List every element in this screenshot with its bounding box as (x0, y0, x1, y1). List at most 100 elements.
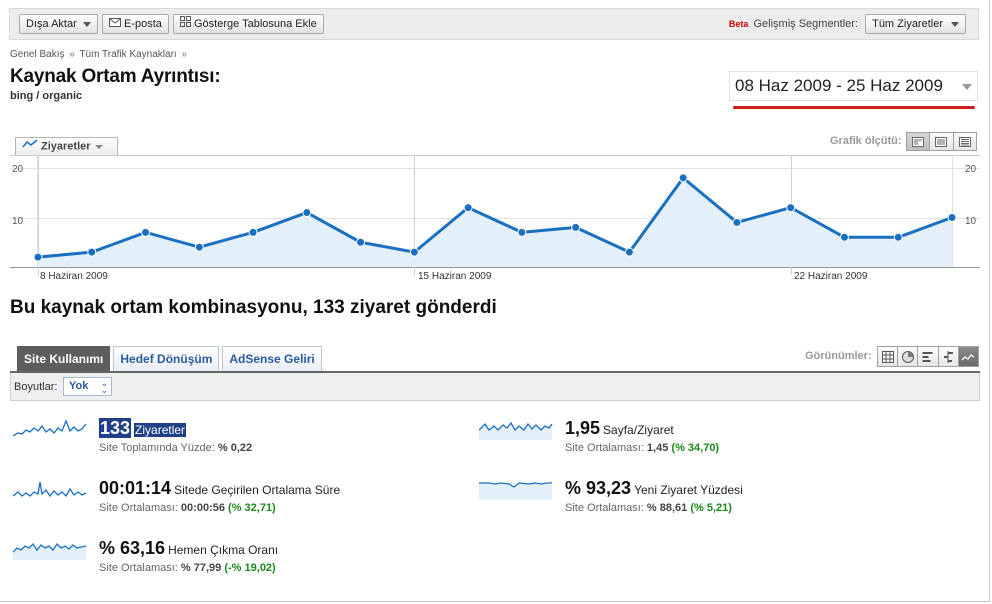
segments-label: Gelişmiş Segmentler: (753, 18, 859, 30)
performance-view-button[interactable] (918, 347, 939, 366)
segments-select[interactable]: Tüm Ziyaretler (865, 14, 966, 34)
visits-chart: 20 10 20 10 8 Haziran 2009 15 Haziran 20… (10, 155, 980, 285)
bounce-rate-sub-value: % 77,99 (180, 562, 222, 574)
avg-time-sparkline (13, 481, 87, 498)
pie-chart-icon (901, 350, 914, 363)
metric-visits: 133 Ziyaretler Site Toplamında Yüzde: % 0… (13, 418, 453, 462)
visits-main: 133 Ziyaretler (99, 418, 187, 439)
bounce-rate-sub: Site Ortalaması: % 77,99 (-% 19,02) (99, 562, 276, 574)
y-tick-right-10: 10 (965, 216, 977, 227)
new-visits-main: % 93,23 Yeni Ziyaret Yüzdesi (565, 478, 743, 499)
graph-day-button[interactable] (907, 133, 931, 150)
envelope-icon (109, 15, 121, 33)
visits-point (302, 208, 312, 218)
month-view-icon (958, 136, 971, 147)
week-view-icon (935, 136, 948, 147)
page-title: Kaynak Ortam Ayrıntısı: (10, 66, 221, 87)
graph-measure-buttons (906, 132, 977, 151)
chevron-down-icon (962, 84, 972, 90)
beta-badge: Beta (728, 19, 749, 29)
visits-point (571, 222, 581, 232)
x-tick-label: 15 Haziran 2009 (418, 271, 492, 282)
new-visits-sub: Site Ortalaması: % 88,61 (% 5,21) (565, 502, 732, 514)
visits-point (141, 227, 151, 237)
new-visits-sub-value: % 88,61 (646, 502, 688, 514)
avg-time-sub: Site Ortalaması: 00:00:56 (% 32,71) (99, 502, 276, 514)
new-visits-delta: (% 5,21) (690, 502, 732, 514)
double-chevron-down-icon: ⌄ ⌄ (100, 378, 108, 395)
new-visits-sub-prefix: Site Ortalaması: (565, 502, 644, 514)
visits-point (33, 252, 43, 262)
dashboard-label: Gösterge Tablosuna Ekle (194, 18, 317, 30)
new-visits-value: % 93,23 (565, 478, 632, 498)
x-tick-label: 22 Haziran 2009 (794, 271, 868, 282)
day-view-icon (912, 136, 925, 147)
dimensions-label: Boyutlar: (14, 381, 58, 393)
metric-new-visits: % 93,23 Yeni Ziyaret Yüzdesi Site Ortalam… (479, 478, 919, 522)
y-tick-left-20: 20 (12, 164, 24, 175)
visits-point (786, 203, 796, 213)
bounce-rate-sparkline (13, 542, 87, 560)
date-range-picker[interactable]: 08 Haz 2009 - 25 Haz 2009 (729, 71, 978, 101)
visits-point (624, 247, 634, 257)
graph-metric-selector[interactable]: Ziyaretler (15, 137, 118, 155)
pages-per-visit-main: 1,95 Sayfa/Ziyaret (565, 418, 674, 439)
visits-point (87, 247, 97, 257)
pages-per-visit-sub-prefix: Site Ortalaması: (565, 442, 644, 454)
add-to-dashboard-button[interactable]: Gösterge Tablosuna Ekle (173, 14, 324, 34)
pages-per-visit-label[interactable]: Sayfa/Ziyaret (603, 423, 674, 437)
dimensions-value: Yok (69, 380, 89, 392)
tab-goal-conversion[interactable]: Hedef Dönüşüm (113, 346, 220, 372)
visits-sub-value: % 0,22 (217, 442, 253, 454)
sparkline-icon (961, 353, 975, 360)
avg-time-label[interactable]: Sitede Geçirilen Ortalama Süre (174, 483, 340, 497)
visits-headline: Bu kaynak ortam kombinasyonu, 133 ziyare… (10, 297, 497, 318)
segments-value: Tüm Ziyaretler (872, 18, 943, 30)
metric-pages-per-visit: 1,95 Sayfa/Ziyaret Site Ortalaması: 1,45 … (479, 418, 919, 462)
avg-time-value: 00:01:14 (99, 478, 172, 498)
pivot-view-button[interactable] (958, 347, 979, 366)
chevron-down-icon (951, 21, 959, 27)
advanced-segments: Beta Gelişmiş Segmentler: Tüm Ziyaretler (729, 14, 966, 34)
tab-site-usage[interactable]: Site Kullanımı (17, 346, 111, 372)
x-tick-label: 8 Haziran 2009 (40, 271, 108, 282)
comparison-view-button[interactable] (938, 347, 959, 366)
new-visits-label[interactable]: Yeni Ziyaret Yüzdesi (634, 483, 743, 497)
export-label: Dışa Aktar (26, 18, 77, 30)
visits-point (463, 203, 473, 213)
table-icon (881, 350, 894, 363)
visits-point (517, 227, 527, 237)
metric-bounce-rate: % 63,16 Hemen Çıkma Oranı Site Ortalaması… (13, 538, 453, 582)
pie-view-button[interactable] (898, 347, 919, 366)
views-label: Görünümler: (805, 350, 872, 362)
visits-label[interactable]: Ziyaretler (134, 423, 187, 437)
graph-month-button[interactable] (953, 133, 976, 150)
graph-metric-label: Ziyaretler (41, 140, 91, 153)
email-button[interactable]: E-posta (102, 14, 169, 34)
visits-sparkline (13, 419, 87, 437)
graph-week-button[interactable] (930, 133, 954, 150)
dimensions-select[interactable]: Yok ⌄ ⌄ (63, 377, 112, 396)
chevron-down-icon (82, 21, 91, 27)
export-button[interactable]: Dışa Aktar (19, 14, 98, 34)
visits-point (732, 217, 742, 227)
comparison-icon (944, 350, 954, 363)
breadcrumb-overview[interactable]: Genel Bakış (10, 49, 64, 60)
visits-point (839, 232, 849, 242)
breadcrumb-all-traffic-sources[interactable]: Tüm Trafik Kaynakları (79, 49, 176, 60)
visits-point (409, 247, 419, 257)
metric-avg-time: 00:01:14 Sitede Geçirilen Ortalama Süre S… (13, 478, 453, 522)
avg-time-sub-prefix: Site Ortalaması: (99, 502, 178, 514)
bounce-rate-value: % 63,16 (99, 538, 166, 558)
visits-chart-svg (10, 155, 980, 275)
visits-point (678, 173, 688, 183)
bounce-rate-label[interactable]: Hemen Çıkma Oranı (168, 543, 278, 557)
tab-adsense-revenue[interactable]: AdSense Geliri (222, 346, 322, 372)
new-visits-sparkline (479, 482, 552, 500)
table-view-button[interactable] (878, 347, 899, 366)
visits-value: 133 (99, 418, 132, 438)
visits-sub-prefix: Site Toplamında Yüzde: (99, 442, 215, 454)
y-tick-left-10: 10 (12, 216, 24, 227)
pages-per-visit-value: 1,95 (565, 418, 601, 438)
avg-time-delta: (% 32,71) (228, 502, 276, 514)
